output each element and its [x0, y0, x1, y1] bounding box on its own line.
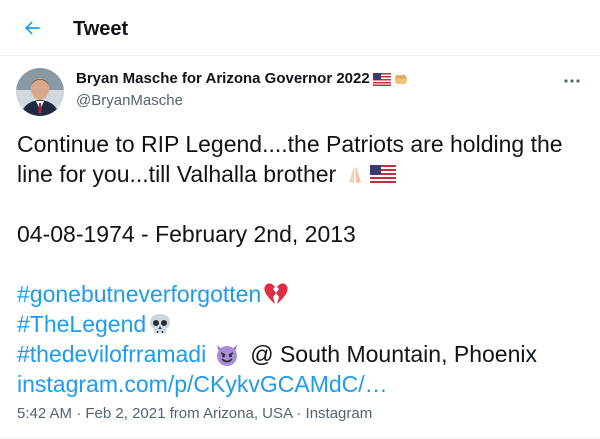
location-text: @ South Mountain, Phoenix	[250, 341, 537, 367]
meta-separator: ·	[292, 405, 306, 422]
page-title: Tweet	[73, 18, 129, 40]
author-handle[interactable]: @BryanMasche	[76, 91, 183, 111]
tweet-line: 04-08-1974 - February 2nd, 2013	[17, 219, 577, 249]
tweet-source[interactable]: Instagram	[306, 405, 373, 422]
instagram-link[interactable]: instagram.com/p/CKykvGCAMdC/…	[17, 369, 388, 399]
top-bar: Tweet	[0, 0, 600, 56]
more-button[interactable]	[558, 67, 586, 95]
avatar[interactable]	[16, 68, 64, 116]
fist-icon	[394, 75, 407, 84]
tweet-line: line for you...till Valhalla brother	[17, 159, 577, 189]
author-name-text: Bryan Masche for Arizona Governor 2022	[76, 70, 370, 87]
tweet-time[interactable]: 5:42 AM	[17, 405, 72, 422]
author-name[interactable]: Bryan Masche for Arizona Governor 2022	[76, 69, 409, 89]
tweet-line: #TheLegend	[17, 309, 577, 339]
praying-hands-icon	[344, 163, 366, 185]
us-flag-icon	[372, 72, 391, 86]
tweet-line: #gonebutneverforgotten	[17, 279, 577, 309]
tweet-dates: 04-08-1974 - February 2nd, 2013	[17, 221, 356, 247]
tweet-line: instagram.com/p/CKykvGCAMdC/…	[17, 369, 577, 399]
meta-separator: ·	[72, 405, 86, 422]
hashtag-link[interactable]: #gonebutneverforgotten	[17, 279, 261, 309]
tweet-line: #thedevilofrramadi @ South Mountain, Pho…	[17, 339, 577, 369]
broken-heart-icon	[263, 282, 289, 306]
tweet-meta: 5:42 AM · Feb 2, 2021 from Arizona, USA …	[17, 404, 372, 424]
tweet-place: Arizona, USA	[202, 405, 293, 422]
tweet-line-1: Continue to RIP Legend....the Patriots a…	[17, 131, 563, 157]
tweet-text: Continue to RIP Legend....the Patriots a…	[17, 129, 577, 399]
meta-from: from	[165, 405, 203, 422]
tweet-line: Continue to RIP Legend....the Patriots a…	[17, 129, 577, 159]
more-dots-icon	[564, 79, 580, 83]
back-button[interactable]	[14, 10, 50, 46]
hashtag-link[interactable]: #TheLegend	[17, 309, 146, 339]
tweet: Bryan Masche for Arizona Governor 2022 @…	[0, 56, 600, 439]
skull-icon	[148, 312, 172, 336]
us-flag-icon	[370, 165, 397, 183]
arrow-left-icon	[25, 21, 40, 35]
smiling-devil-icon	[214, 342, 240, 366]
hashtag-link[interactable]: #thedevilofrramadi	[17, 339, 206, 369]
tweet-line-2: line for you...till Valhalla brother	[17, 161, 337, 187]
tweet-date[interactable]: Feb 2, 2021	[85, 405, 165, 422]
avatar-image	[16, 68, 64, 116]
